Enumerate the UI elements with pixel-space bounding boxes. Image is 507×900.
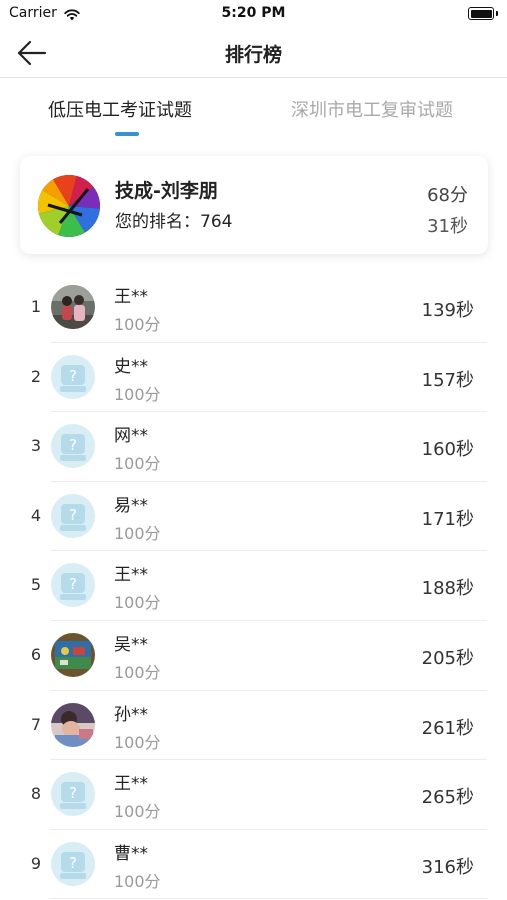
ranking-row[interactable]: 1 王** 100分 139秒 bbox=[0, 273, 507, 343]
ranking-list: 1 王** 100分 139秒 2 ? 史** 100分 157秒 3 ? 网*… bbox=[0, 273, 507, 899]
tab-bar: 低压电工考证试题 深圳市电工复审试题 bbox=[0, 80, 507, 140]
ranking-row[interactable]: 3 ? 网** 100分 160秒 bbox=[0, 412, 507, 482]
couple-photo-avatar bbox=[51, 285, 95, 329]
svg-text:?: ? bbox=[69, 436, 77, 454]
default-avatar-icon: ? bbox=[51, 772, 95, 817]
status-bar: Carrier 5:20 PM bbox=[0, 0, 507, 28]
child-photo-avatar bbox=[51, 702, 95, 747]
user-name: 史** bbox=[114, 356, 148, 377]
rank-number: 2 bbox=[30, 366, 42, 386]
rank-number: 6 bbox=[30, 644, 42, 664]
user-score: 100分 bbox=[114, 732, 161, 752]
user-time: 160秒 bbox=[421, 439, 474, 461]
user-time: 188秒 bbox=[421, 578, 474, 600]
user-time: 265秒 bbox=[421, 787, 474, 809]
my-score: 68分 bbox=[427, 185, 468, 206]
rank-number: 5 bbox=[30, 575, 42, 595]
user-score: 100分 bbox=[114, 315, 161, 334]
ranking-row[interactable]: 4 ? 易** 100分 171秒 bbox=[0, 482, 507, 552]
ranking-row[interactable]: 5 ? 王** 100分 188秒 bbox=[0, 551, 507, 621]
user-score: 100分 bbox=[114, 593, 161, 613]
user-time: 171秒 bbox=[421, 508, 474, 530]
ranking-row[interactable]: 2 ? 史** 100分 157秒 bbox=[0, 343, 507, 413]
user-name: 孙** bbox=[114, 704, 148, 725]
svg-text:?: ? bbox=[69, 854, 77, 872]
default-avatar-icon: ? bbox=[51, 424, 95, 469]
svg-text:?: ? bbox=[69, 506, 77, 524]
ranking-row[interactable]: 7 孙** 100分 261秒 bbox=[0, 691, 507, 761]
user-name: 曹** bbox=[114, 843, 148, 864]
user-score: 100分 bbox=[114, 523, 161, 543]
active-tab-indicator bbox=[115, 132, 139, 136]
my-rank-value: 764 bbox=[200, 212, 233, 232]
rank-number: 4 bbox=[30, 505, 42, 525]
page-title: 排行榜 bbox=[224, 44, 282, 66]
ranking-row[interactable]: 9 ? 曹** 100分 316秒 bbox=[0, 830, 507, 900]
rank-number: 3 bbox=[30, 436, 42, 456]
user-name: 网** bbox=[114, 426, 148, 447]
painting-photo-avatar bbox=[51, 632, 95, 677]
user-score: 100分 bbox=[114, 384, 161, 404]
user-score: 100分 bbox=[114, 802, 161, 822]
rank-number: 1 bbox=[30, 297, 42, 316]
rank-number: 8 bbox=[30, 784, 42, 804]
ranking-row[interactable]: 8 ? 王** 100分 265秒 bbox=[0, 760, 507, 830]
tab-low-voltage-exam[interactable]: 低压电工考证试题 bbox=[48, 96, 192, 122]
user-name: 王** bbox=[114, 774, 148, 795]
user-score: 100分 bbox=[114, 454, 161, 474]
svg-text:?: ? bbox=[69, 784, 77, 802]
colorful-avatar-icon bbox=[38, 175, 100, 237]
ranking-row[interactable]: 6 吴** 100分 205秒 bbox=[0, 621, 507, 691]
default-avatar-icon: ? bbox=[51, 841, 95, 886]
my-rank-line: 您的排名：764 bbox=[115, 207, 232, 232]
default-avatar-icon: ? bbox=[51, 493, 95, 538]
user-name: 易** bbox=[114, 495, 148, 516]
user-score: 100分 bbox=[114, 871, 161, 891]
user-time: 261秒 bbox=[421, 717, 474, 739]
user-name: 吴** bbox=[114, 634, 148, 655]
navigation-bar: 排行榜 bbox=[0, 28, 507, 78]
svg-text:?: ? bbox=[69, 367, 77, 385]
tab-shenzhen-review-exam[interactable]: 深圳市电工复审试题 bbox=[291, 96, 453, 122]
rank-number: 7 bbox=[30, 714, 42, 734]
user-name: 王** bbox=[114, 287, 148, 307]
default-avatar-icon: ? bbox=[51, 354, 95, 399]
user-time: 205秒 bbox=[421, 647, 474, 669]
svg-text:?: ? bbox=[69, 575, 77, 593]
my-rank-card: 技成-刘李朋 您的排名：764 68分 31秒 bbox=[20, 156, 488, 254]
user-time: 139秒 bbox=[421, 300, 474, 321]
user-time: 316秒 bbox=[421, 856, 474, 878]
battery-icon bbox=[468, 7, 498, 21]
my-avatar[interactable] bbox=[38, 175, 100, 237]
user-name: 王** bbox=[114, 565, 148, 586]
default-avatar-icon: ? bbox=[51, 563, 95, 608]
my-rank-label: 您的排名： bbox=[115, 212, 200, 232]
user-time: 157秒 bbox=[421, 369, 474, 391]
rank-number: 9 bbox=[30, 853, 42, 873]
user-score: 100分 bbox=[114, 662, 161, 682]
status-time: 5:20 PM bbox=[221, 5, 286, 21]
my-name: 技成-刘李朋 bbox=[115, 180, 218, 202]
my-time: 31秒 bbox=[427, 216, 468, 237]
